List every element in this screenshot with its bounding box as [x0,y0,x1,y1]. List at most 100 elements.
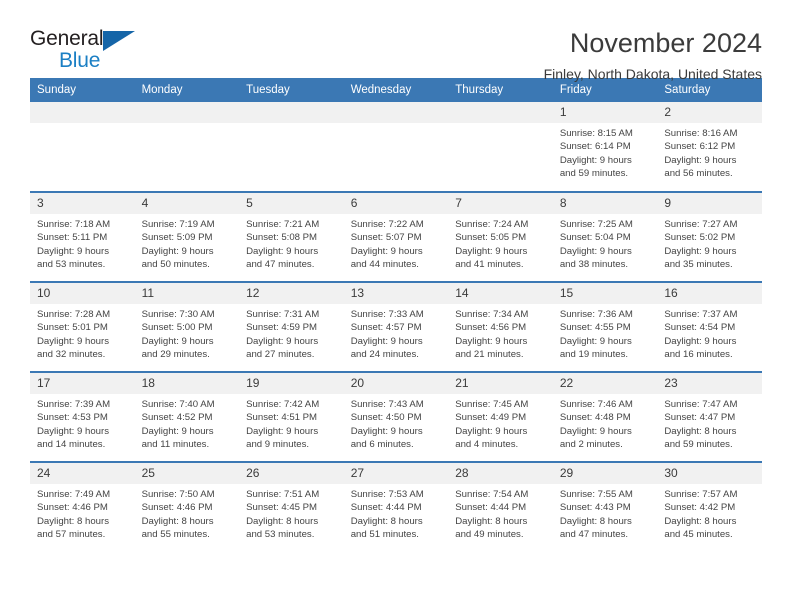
day-details: Sunrise: 7:27 AM Sunset: 5:02 PM Daylight:… [657,214,762,272]
daylight-duration-line1: Daylight: 9 hours [559,425,632,437]
sunset-time: Sunset: 5:01 PM [37,322,108,334]
day-number [448,102,553,123]
day-details: Sunrise: 7:39 AM Sunset: 4:53 PM Daylight:… [30,394,135,452]
daylight-duration-line1: Daylight: 9 hours [350,335,423,347]
daylight-duration-line2: and 32 minutes. [37,349,106,361]
sunrise-time: Sunrise: 7:36 AM [559,309,633,320]
calendar-day-cell[interactable]: 15 Sunrise: 7:36 AM Sunset: 4:55 PM Dayligh… [552,281,658,372]
sunset-time: Sunset: 4:46 PM [141,502,213,514]
calendar-day-cell[interactable]: 26 Sunrise: 7:51 AM Sunset: 4:45 PM Dayligh… [239,461,344,552]
sunset-time: Sunset: 4:43 PM [559,502,631,514]
calendar-day-cell[interactable]: 20 Sunrise: 7:43 AM Sunset: 4:50 PM Dayligh… [343,371,449,462]
calendar-day-cell[interactable]: 1 Sunrise: 8:15 AM Sunset: 6:14 PM Daylight… [552,102,658,192]
calendar-day-cell[interactable]: 30 Sunrise: 7:57 AM Sunset: 4:42 PM Dayligh… [657,461,762,552]
calendar-body: 1 Sunrise: 8:15 AM Sunset: 6:14 PM Daylight… [30,102,762,552]
day-number: 28 [448,463,553,484]
day-details: Sunrise: 7:33 AM Sunset: 4:57 PM Daylight:… [344,304,449,362]
day-details: Sunrise: 7:30 AM Sunset: 5:00 PM Daylight:… [135,304,240,362]
calendar-day-cell[interactable]: 18 Sunrise: 7:40 AM Sunset: 4:52 PM Dayligh… [134,371,240,462]
sunset-time: Sunset: 4:44 PM [350,502,422,514]
calendar-day-cell[interactable]: 19 Sunrise: 7:42 AM Sunset: 4:51 PM Dayligh… [239,371,344,462]
calendar-day-cell[interactable]: 7 Sunrise: 7:24 AM Sunset: 5:05 PM Daylight… [448,191,553,282]
sunrise-time: Sunrise: 7:33 AM [350,309,424,320]
sunset-time: Sunset: 4:46 PM [37,502,108,514]
day-number: 10 [30,283,135,304]
day-details: Sunrise: 7:42 AM Sunset: 4:51 PM Daylight:… [239,394,344,452]
calendar-day-cell[interactable]: 12 Sunrise: 7:31 AM Sunset: 4:59 PM Dayligh… [239,281,344,372]
day-number: 12 [239,283,344,304]
daylight-duration-line1: Daylight: 9 hours [350,245,423,257]
daylight-duration-line1: Daylight: 9 hours [664,335,737,347]
sunrise-time: Sunrise: 7:51 AM [246,489,320,500]
sunset-time: Sunset: 4:56 PM [455,322,527,334]
daylight-duration-line2: and 27 minutes. [246,349,315,361]
daylight-duration-line2: and 21 minutes. [455,349,524,361]
calendar-day-cell[interactable]: 6 Sunrise: 7:22 AM Sunset: 5:07 PM Daylight… [343,191,449,282]
calendar-day-cell[interactable]: 2 Sunrise: 8:16 AM Sunset: 6:12 PM Daylight… [657,102,762,192]
day-number: 8 [552,193,658,214]
sunset-time: Sunset: 4:47 PM [664,412,736,424]
day-number [30,102,135,123]
calendar-day-cell[interactable]: 8 Sunrise: 7:25 AM Sunset: 5:04 PM Daylight… [552,191,658,282]
calendar-week-row: 17 Sunrise: 7:39 AM Sunset: 4:53 PM Dayligh… [30,371,762,462]
day-details: Sunrise: 7:21 AM Sunset: 5:08 PM Daylight:… [239,214,344,272]
calendar-week-row: 10 Sunrise: 7:28 AM Sunset: 5:01 PM Dayligh… [30,281,762,372]
sunset-time: Sunset: 4:49 PM [455,412,527,424]
calendar-day-cell[interactable]: 28 Sunrise: 7:54 AM Sunset: 4:44 PM Dayligh… [448,461,553,552]
calendar-day-cell[interactable]: 16 Sunrise: 7:37 AM Sunset: 4:54 PM Dayligh… [657,281,762,372]
calendar-day-cell[interactable]: 23 Sunrise: 7:47 AM Sunset: 4:47 PM Dayligh… [657,371,762,462]
calendar-day-cell[interactable]: 24 Sunrise: 7:49 AM Sunset: 4:46 PM Dayligh… [30,461,135,552]
calendar-day-cell[interactable]: 3 Sunrise: 7:18 AM Sunset: 5:11 PM Daylight… [30,191,135,282]
day-details: Sunrise: 7:37 AM Sunset: 4:54 PM Daylight:… [657,304,762,362]
day-number: 26 [239,463,344,484]
day-number: 3 [30,193,135,214]
calendar-week-row: 3 Sunrise: 7:18 AM Sunset: 5:11 PM Daylight… [30,191,762,282]
sunrise-time: Sunrise: 7:34 AM [455,309,529,320]
daylight-duration-line2: and 55 minutes. [141,529,210,541]
daylight-duration-line2: and 16 minutes. [664,349,733,361]
daylight-duration-line2: and 59 minutes. [664,439,733,451]
daylight-duration-line1: Daylight: 9 hours [246,335,319,347]
day-number: 21 [448,373,553,394]
calendar-day-cell[interactable]: 10 Sunrise: 7:28 AM Sunset: 5:01 PM Dayligh… [30,281,135,372]
daylight-duration-line2: and 45 minutes. [664,529,733,541]
calendar-day-cell[interactable]: 22 Sunrise: 7:46 AM Sunset: 4:48 PM Dayligh… [552,371,658,462]
weekday-header-tuesday: Tuesday [239,78,344,102]
daylight-duration-line1: Daylight: 9 hours [37,245,109,257]
calendar-day-cell[interactable]: 9 Sunrise: 7:27 AM Sunset: 5:02 PM Daylight… [657,191,762,282]
calendar-day-cell[interactable]: 13 Sunrise: 7:33 AM Sunset: 4:57 PM Dayligh… [343,281,449,372]
calendar-day-cell[interactable]: 5 Sunrise: 7:21 AM Sunset: 5:08 PM Daylight… [239,191,344,282]
sunset-time: Sunset: 6:14 PM [559,141,631,153]
title-block: November 2024 Finley, North Dakota, Unit… [544,28,762,82]
sunrise-time: Sunrise: 7:47 AM [664,399,738,410]
calendar-day-cell[interactable]: 11 Sunrise: 7:30 AM Sunset: 5:00 PM Dayligh… [134,281,240,372]
daylight-duration-line2: and 29 minutes. [141,349,210,361]
daylight-duration-line1: Daylight: 9 hours [455,245,528,257]
sunrise-time: Sunrise: 7:31 AM [246,309,320,320]
day-details: Sunrise: 7:28 AM Sunset: 5:01 PM Daylight:… [30,304,135,362]
sunset-time: Sunset: 4:51 PM [246,412,318,424]
calendar-day-cell[interactable]: 21 Sunrise: 7:45 AM Sunset: 4:49 PM Dayligh… [448,371,553,462]
calendar-day-cell[interactable]: 14 Sunrise: 7:34 AM Sunset: 4:56 PM Dayligh… [448,281,553,372]
day-number: 7 [448,193,553,214]
day-details: Sunrise: 7:45 AM Sunset: 4:49 PM Daylight:… [448,394,553,452]
calendar-day-cell[interactable]: 17 Sunrise: 7:39 AM Sunset: 4:53 PM Dayligh… [30,371,135,462]
day-number: 24 [30,463,135,484]
day-details: Sunrise: 7:47 AM Sunset: 4:47 PM Daylight:… [657,394,762,452]
day-details: Sunrise: 7:36 AM Sunset: 4:55 PM Daylight:… [553,304,658,362]
calendar-day-cell[interactable]: 25 Sunrise: 7:50 AM Sunset: 4:46 PM Dayligh… [134,461,240,552]
calendar-day-cell[interactable]: 29 Sunrise: 7:55 AM Sunset: 4:43 PM Dayligh… [552,461,658,552]
sunset-time: Sunset: 4:42 PM [664,502,736,514]
daylight-duration-line2: and 14 minutes. [37,439,106,451]
general-blue-logo[interactable]: General Blue [30,28,150,78]
sunrise-time: Sunrise: 7:42 AM [246,399,320,410]
daylight-duration-line1: Daylight: 9 hours [246,425,319,437]
sunrise-time: Sunrise: 8:16 AM [664,128,738,139]
daylight-duration-line1: Daylight: 9 hours [37,335,109,347]
daylight-duration-line2: and 4 minutes. [455,439,519,451]
calendar-day-cell[interactable]: 27 Sunrise: 7:53 AM Sunset: 4:44 PM Dayligh… [343,461,449,552]
calendar-day-cell[interactable]: 4 Sunrise: 7:19 AM Sunset: 5:09 PM Daylight… [134,191,240,282]
sunrise-time: Sunrise: 7:45 AM [455,399,529,410]
sunset-time: Sunset: 5:08 PM [246,232,318,244]
daylight-duration-line1: Daylight: 9 hours [350,425,423,437]
